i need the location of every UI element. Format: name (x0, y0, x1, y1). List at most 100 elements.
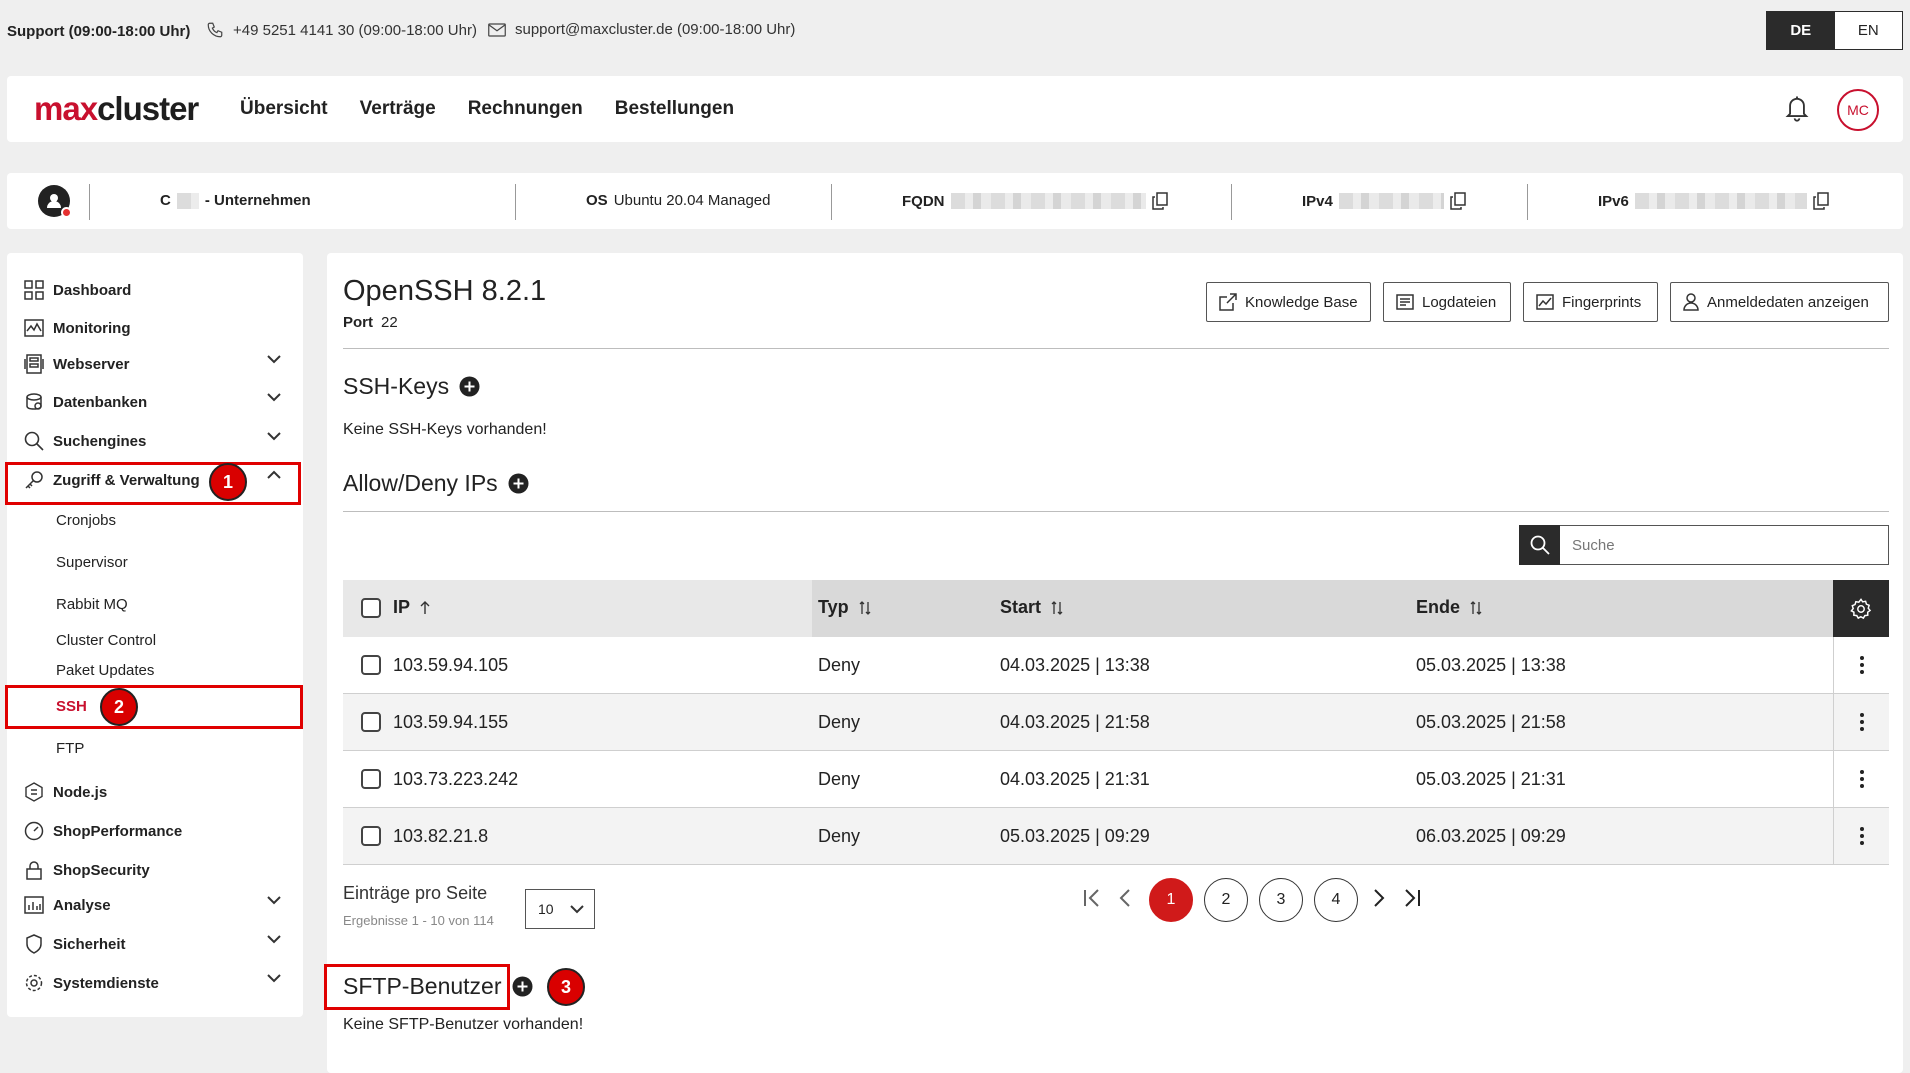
lang-en-button[interactable]: EN (1834, 12, 1902, 49)
row-menu-kebab-icon[interactable] (1833, 694, 1889, 750)
sidebar-item-suchengines[interactable]: Suchengines (23, 430, 293, 452)
chevron-down-icon (267, 934, 281, 944)
support-email[interactable]: support@maxcluster.de (09:00-18:00 Uhr) (488, 21, 795, 38)
table-header: IP Typ Start Ende (343, 580, 1889, 637)
os-info: OS Ubuntu 20.04 Managed (586, 192, 771, 209)
shield-icon (23, 933, 45, 955)
sidebar-item-analyse[interactable]: Analyse (23, 894, 293, 916)
column-header-start[interactable]: Start (1000, 597, 1063, 618)
add-ssh-key-icon[interactable] (459, 376, 480, 397)
row-menu-kebab-icon[interactable] (1833, 808, 1889, 864)
main-nav: Übersicht Verträge Rechnungen Bestellung… (240, 98, 766, 120)
row-checkbox[interactable] (361, 769, 381, 789)
per-page-select[interactable]: 10 (525, 889, 595, 929)
sidebar-sub-supervisor[interactable]: Supervisor (56, 554, 128, 571)
row-menu-kebab-icon[interactable] (1833, 637, 1889, 693)
column-header-typ[interactable]: Typ (818, 597, 871, 618)
column-header-ip[interactable]: IP (393, 597, 430, 618)
row-menu-kebab-icon[interactable] (1833, 751, 1889, 807)
sidebar-item-dashboard[interactable]: Dashboard (23, 279, 293, 301)
cell-ende: 05.03.2025 | 13:38 (1416, 655, 1566, 675)
cell-ende: 05.03.2025 | 21:31 (1416, 769, 1566, 789)
page-3-button[interactable]: 3 (1259, 878, 1303, 922)
copy-icon[interactable] (1450, 192, 1466, 210)
notification-bell-icon[interactable] (1783, 93, 1811, 123)
webserver-icon (23, 353, 45, 375)
page-1-button[interactable]: 1 (1149, 878, 1193, 922)
next-page-icon[interactable] (1373, 888, 1385, 908)
cell-ip: 103.73.223.242 (393, 769, 519, 789)
last-page-icon[interactable] (1403, 888, 1421, 908)
add-ip-icon[interactable] (508, 473, 529, 494)
first-page-icon[interactable] (1083, 888, 1101, 908)
chevron-down-icon (267, 973, 281, 983)
table-row[interactable]: 103.59.94.105 Deny 04.03.2025 | 13:38 05… (343, 637, 1889, 694)
table-row[interactable]: 103.73.223.242 Deny 04.03.2025 | 21:31 0… (343, 751, 1889, 808)
column-header-ende[interactable]: Ende (1416, 597, 1482, 618)
cell-start: 04.03.2025 | 13:38 (1000, 655, 1150, 675)
cluster-avatar[interactable] (38, 185, 72, 218)
table-row[interactable]: 103.59.94.155 Deny 04.03.2025 | 21:58 05… (343, 694, 1889, 751)
sidebar-sub-cronjobs[interactable]: Cronjobs (56, 512, 116, 529)
nav-vertraege[interactable]: Verträge (360, 98, 436, 120)
user-avatar[interactable]: MC (1837, 89, 1879, 131)
cell-start: 05.03.2025 | 09:29 (1000, 826, 1150, 846)
sidebar-sub-ftp[interactable]: FTP (56, 740, 84, 757)
support-phone[interactable]: +49 5251 4141 30 (09:00-18:00 Uhr) (206, 21, 477, 39)
divider (343, 348, 1889, 349)
sidebar-item-shopsecurity[interactable]: ShopSecurity (23, 859, 293, 881)
nav-bestellungen[interactable]: Bestellungen (615, 98, 734, 120)
step-marker-1: 1 (209, 463, 247, 501)
page-title: OpenSSH 8.2.1 (343, 275, 547, 307)
add-sftp-user-icon[interactable] (512, 976, 533, 997)
row-checkbox[interactable] (361, 712, 381, 732)
support-phone-text: +49 5251 4141 30 (09:00-18:00 Uhr) (233, 21, 477, 39)
table-row[interactable]: 103.82.21.8 Deny 05.03.2025 | 09:29 06.0… (343, 808, 1889, 865)
support-email-text: support@maxcluster.de (09:00-18:00 Uhr) (515, 21, 796, 38)
speedometer-icon (23, 820, 45, 842)
cell-start: 04.03.2025 | 21:31 (1000, 769, 1150, 789)
sidebar-item-nodejs[interactable]: Node.js (23, 781, 293, 803)
select-all-checkbox[interactable] (361, 598, 381, 618)
sort-icon (1470, 600, 1482, 615)
lang-de-button[interactable]: DE (1767, 12, 1835, 49)
cell-ende: 06.03.2025 | 09:29 (1416, 826, 1566, 846)
row-checkbox[interactable] (361, 826, 381, 846)
sidebar-sub-cluster-control[interactable]: Cluster Control (56, 632, 156, 649)
logdateien-button[interactable]: Logdateien (1383, 282, 1511, 322)
sidebar-sub-paket-updates[interactable]: Paket Updates (56, 662, 154, 679)
allow-deny-section-title: Allow/Deny IPs (343, 470, 529, 497)
chevron-down-icon (267, 895, 281, 905)
sftp-empty-text: Keine SFTP-Benutzer vorhanden! (343, 1016, 584, 1033)
nav-uebersicht[interactable]: Übersicht (240, 98, 328, 120)
cell-ip: 103.82.21.8 (393, 826, 489, 846)
copy-icon[interactable] (1151, 192, 1168, 210)
sidebar-item-systemdienste[interactable]: Systemdienste (23, 972, 293, 994)
sidebar-item-sicherheit[interactable]: Sicherheit (23, 933, 293, 955)
cell-ip: 103.59.94.105 (393, 655, 509, 675)
row-checkbox[interactable] (361, 655, 381, 675)
cluster-info-bar: C- Unternehmen OS Ubuntu 20.04 Managed FQ… (7, 173, 1903, 229)
mail-icon (488, 22, 506, 37)
anmeldedaten-button[interactable]: Anmeldedaten anzeigen (1670, 282, 1889, 322)
copy-icon[interactable] (1813, 192, 1829, 210)
fingerprints-button[interactable]: Fingerprints (1523, 282, 1658, 322)
maxcluster-logo[interactable]: maxcluster (34, 90, 199, 128)
sidebar-item-datenbanken[interactable]: Datenbanken (23, 391, 293, 413)
nav-rechnungen[interactable]: Rechnungen (468, 98, 583, 120)
page-4-button[interactable]: 4 (1314, 878, 1358, 922)
table-settings-button[interactable] (1833, 580, 1889, 637)
search-input[interactable] (1560, 525, 1889, 565)
sidebar-item-monitoring[interactable]: Monitoring (23, 317, 293, 339)
phone-icon (206, 21, 224, 39)
prev-page-icon[interactable] (1119, 888, 1131, 908)
sidebar-item-webserver[interactable]: Webserver (23, 353, 293, 375)
support-bar: Support (09:00-18:00 Uhr) +49 5251 4141 … (0, 0, 1910, 60)
sidebar-item-shopperformance[interactable]: ShopPerformance (23, 820, 293, 842)
search-button[interactable] (1519, 525, 1560, 565)
knowledge-base-button[interactable]: Knowledge Base (1206, 282, 1371, 322)
sidebar-sub-rabbitmq[interactable]: Rabbit MQ (56, 596, 128, 613)
divider (1231, 184, 1232, 220)
page-2-button[interactable]: 2 (1204, 878, 1248, 922)
support-title: Support (09:00-18:00 Uhr) (7, 23, 191, 40)
